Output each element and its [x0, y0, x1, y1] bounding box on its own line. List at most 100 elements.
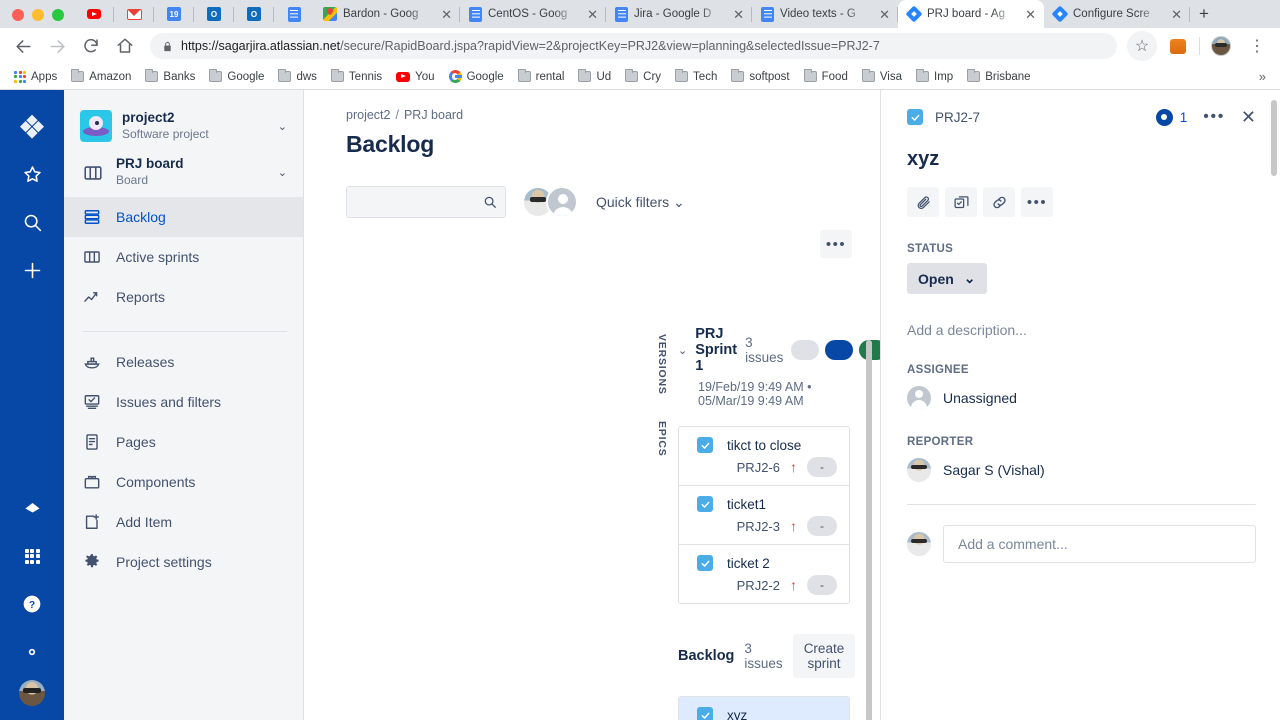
bookmark-visa[interactable]: Visa [856, 69, 908, 85]
breadcrumb-board[interactable]: PRJ board [404, 108, 463, 122]
create-sprint-button[interactable]: Create sprint [792, 634, 856, 678]
star-icon[interactable] [12, 154, 52, 194]
bookmark-brisbane[interactable]: Brisbane [961, 69, 1036, 85]
avatar-group[interactable] [522, 186, 578, 218]
status-pill-todo[interactable] [791, 340, 820, 360]
profile-avatar[interactable] [1206, 31, 1236, 61]
avatar-unassigned[interactable] [546, 186, 578, 218]
close-icon[interactable]: ✕ [1023, 8, 1038, 21]
attach-icon[interactable] [907, 187, 939, 217]
help-icon[interactable]: ? [12, 584, 52, 624]
search-input[interactable] [346, 186, 506, 218]
bookmark-google[interactable]: Google [443, 68, 510, 85]
detail-scrollbar[interactable] [1271, 100, 1277, 720]
detail-more-button[interactable]: ••• [1203, 108, 1225, 126]
description-field[interactable]: Add a description... [907, 322, 1256, 338]
sidebar-item-add-item[interactable]: Add Item [64, 502, 303, 542]
bookmark-imp[interactable]: Imp [910, 69, 959, 85]
pinned-tab-youtube[interactable] [74, 0, 114, 28]
epics-panel-toggle[interactable]: EPICS [656, 421, 668, 457]
close-icon[interactable]: ✕ [877, 8, 892, 21]
pinned-tab-calendar[interactable]: 19 [154, 0, 194, 28]
table-row[interactable]: ticket1 PRJ2-3 ↑ - [679, 486, 849, 545]
sidebar-item-components[interactable]: Components [64, 462, 303, 502]
estimate-badge[interactable]: - [807, 516, 837, 536]
detail-title[interactable]: xyz [907, 148, 1256, 171]
sidebar-item-backlog[interactable]: Backlog [64, 196, 303, 237]
pinned-tab-outlook-1[interactable]: O [194, 0, 234, 28]
bookmark-softpost[interactable]: softpost [725, 69, 795, 85]
estimate-badge[interactable]: - [807, 575, 837, 595]
chevron-down-icon[interactable]: ⌄ [678, 344, 687, 357]
address-bar[interactable]: https://sagarjira.atlassian.net/secure/R… [150, 33, 1117, 59]
table-row[interactable]: tikct to close PRJ2-6 ↑ - [679, 427, 849, 486]
close-window-button[interactable] [12, 9, 24, 21]
search-icon[interactable] [12, 202, 52, 242]
assignee-field[interactable]: Unassigned [907, 386, 1256, 410]
bookmark-cry[interactable]: Cry [619, 69, 667, 85]
scrollbar-thumb[interactable] [1271, 100, 1277, 176]
detail-more-icon[interactable]: ••• [1021, 187, 1053, 217]
pinned-tab-outlook-2[interactable]: O [234, 0, 274, 28]
close-icon[interactable]: ✕ [1241, 108, 1256, 126]
board-actions-button[interactable]: ••• [820, 230, 852, 258]
estimate-badge[interactable]: - [807, 457, 837, 477]
issue-key[interactable]: PRJ2-3 [737, 519, 780, 534]
child-issue-icon[interactable] [945, 187, 977, 217]
reload-button[interactable] [76, 31, 106, 61]
close-icon[interactable]: ✕ [439, 8, 454, 21]
bookmarks-overflow-button[interactable]: » [1253, 69, 1272, 84]
chevron-down-icon[interactable]: ⌄ [278, 166, 291, 179]
bookmark-tech[interactable]: Tech [669, 69, 723, 85]
versions-panel-toggle[interactable]: VERSIONS [656, 334, 668, 395]
bookmark-ud[interactable]: Ud [572, 69, 617, 85]
project-header[interactable]: project2 Software project ⌄ [64, 106, 303, 143]
bookmark-google-folder[interactable]: Google [203, 69, 270, 85]
tab-jira-doc[interactable]: Jira - Google D ✕ [606, 0, 752, 28]
close-icon[interactable]: ✕ [1169, 8, 1184, 21]
forward-button[interactable] [42, 31, 72, 61]
status-pill-inprogress[interactable] [825, 340, 854, 360]
bookmark-banks[interactable]: Banks [139, 69, 201, 85]
sidebar-item-issues-and-filters[interactable]: Issues and filters [64, 382, 303, 422]
bookmark-dws[interactable]: dws [272, 69, 322, 85]
tab-bardon[interactable]: Bardon - Goog ✕ [314, 0, 460, 28]
tab-centos[interactable]: CentOS - Goog ✕ [460, 0, 606, 28]
back-button[interactable] [8, 31, 38, 61]
sidebar-item-project-settings[interactable]: Project settings [64, 542, 303, 582]
home-button[interactable] [110, 31, 140, 61]
issue-key[interactable]: PRJ2-2 [737, 578, 780, 593]
table-row[interactable]: xyz PRJ2-7 ↑ - [679, 697, 849, 720]
plus-icon[interactable] [12, 250, 52, 290]
scrollbar-thumb[interactable] [866, 340, 872, 720]
bookmark-rental[interactable]: rental [512, 69, 571, 85]
table-row[interactable]: ticket 2 PRJ2-2 ↑ - [679, 545, 849, 603]
reporter-field[interactable]: Sagar S (Vishal) [907, 458, 1256, 482]
sidebar-item-releases[interactable]: Releases [64, 342, 303, 382]
close-icon[interactable]: ✕ [585, 8, 600, 21]
pinned-tab-docs[interactable] [274, 0, 314, 28]
notifications-icon[interactable] [12, 488, 52, 528]
new-tab-button[interactable]: + [1190, 0, 1218, 28]
board-header[interactable]: PRJ board Board ⌄ [64, 142, 303, 194]
chevron-down-icon[interactable]: ⌄ [278, 120, 291, 133]
bookmark-amazon[interactable]: Amazon [65, 69, 137, 85]
backlog-scroll-area[interactable]: VERSIONS EPICS ⌄ PRJ Sprint 1 3 issues •… [304, 326, 880, 720]
link-icon[interactable] [983, 187, 1015, 217]
user-avatar[interactable] [19, 680, 45, 706]
status-dropdown[interactable]: Open ⌄ [907, 263, 987, 294]
bookmark-food[interactable]: Food [798, 69, 854, 85]
tab-configure-screens[interactable]: Configure Scre ✕ [1044, 0, 1190, 28]
bookmark-apps[interactable]: Apps [8, 69, 63, 85]
watchers-button[interactable]: 1 [1155, 108, 1187, 126]
tab-video-texts[interactable]: Video texts - G ✕ [752, 0, 898, 28]
extension-icon[interactable] [1163, 31, 1193, 61]
settings-gear-icon[interactable] [12, 632, 52, 672]
backlog-scrollbar[interactable] [866, 340, 872, 720]
sidebar-item-active-sprints[interactable]: Active sprints [64, 237, 303, 277]
jira-logo-icon[interactable] [12, 106, 52, 146]
sidebar-item-pages[interactable]: Pages [64, 422, 303, 462]
comment-input[interactable]: Add a comment... [943, 525, 1256, 563]
bookmark-star-icon[interactable]: ☆ [1127, 31, 1157, 61]
issue-key[interactable]: PRJ2-6 [737, 460, 780, 475]
